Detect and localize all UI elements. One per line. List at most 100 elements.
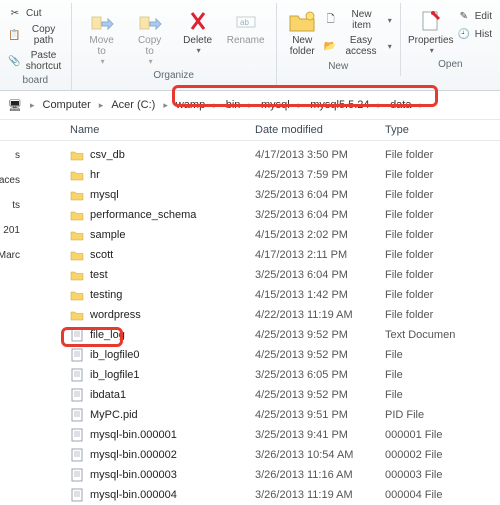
file-name: wordpress xyxy=(90,309,141,321)
breadcrumb-seg[interactable]: Acer (C:) xyxy=(107,97,159,113)
file-icon xyxy=(70,409,84,421)
history-button[interactable]: 🕘Hist xyxy=(455,26,494,42)
edit-icon: ✎ xyxy=(457,9,471,23)
svg-text:ab: ab xyxy=(240,18,249,27)
delete-icon xyxy=(184,7,212,35)
file-name: hr xyxy=(90,169,100,181)
table-row[interactable]: hr4/25/2013 7:59 PMFile folder xyxy=(0,165,500,185)
file-icon xyxy=(70,329,84,341)
group-label-clipboard: board xyxy=(6,73,65,89)
breadcrumb-seg[interactable]: mysql xyxy=(257,97,294,113)
new-folder-button[interactable]: New folder xyxy=(283,5,322,59)
table-row[interactable]: MyPC.pid4/25/2013 9:51 PMPID File xyxy=(0,405,500,425)
breadcrumb-seg[interactable]: mysql5.5.24 xyxy=(306,97,373,113)
breadcrumb-seg[interactable]: data xyxy=(386,97,415,113)
table-row[interactable]: mysql-bin.0000013/25/2013 9:41 PM000001 … xyxy=(0,425,500,445)
nav-fragments: sacestsOffice 201on For Marc xyxy=(0,150,20,275)
file-name: performance_schema xyxy=(90,209,196,221)
cut-button[interactable]: ✂Cut xyxy=(6,5,44,21)
folder-icon xyxy=(70,269,84,281)
folder-icon xyxy=(70,249,84,261)
file-list: csv_db4/17/2013 3:50 PMFile folderhr4/25… xyxy=(0,141,500,505)
table-row[interactable]: scott4/17/2013 2:11 PMFile folder xyxy=(0,245,500,265)
table-row[interactable]: mysql-bin.0000033/26/2013 11:16 AM000003… xyxy=(0,465,500,485)
copy-to-button[interactable]: Copy to▾ xyxy=(126,5,174,68)
file-name: mysql-bin.000004 xyxy=(90,489,177,501)
table-row[interactable]: sample4/15/2013 2:02 PMFile folder xyxy=(0,225,500,245)
table-row[interactable]: mysql3/25/2013 6:04 PMFile folder xyxy=(0,185,500,205)
table-row[interactable]: ibdata14/25/2013 9:52 PMFile xyxy=(0,385,500,405)
properties-icon xyxy=(417,7,445,35)
file-name: file_log xyxy=(90,329,125,341)
folder-icon xyxy=(70,189,84,201)
easy-access-button[interactable]: 📂Easy access▾ xyxy=(322,34,394,58)
group-label-open: Open xyxy=(407,57,494,73)
col-date[interactable]: Date modified xyxy=(255,124,385,136)
edit-button[interactable]: ✎Edit xyxy=(455,8,494,24)
delete-button[interactable]: Delete▾ xyxy=(174,5,222,68)
file-name: mysql-bin.000002 xyxy=(90,449,177,461)
table-row[interactable]: ib_logfile04/25/2013 9:52 PMFile xyxy=(0,345,500,365)
chevron-right-icon: ▸ xyxy=(296,100,305,111)
new-item-button[interactable]: 🗋New item▾ xyxy=(322,8,394,32)
breadcrumb-seg[interactable]: bin xyxy=(222,97,245,113)
chevron-right-icon: ▸ xyxy=(211,100,220,111)
folder-icon xyxy=(70,229,84,241)
chevron-right-icon: ▸ xyxy=(246,100,255,111)
chevron-right-icon: ▸ xyxy=(376,100,385,111)
easy-access-icon: 📂 xyxy=(324,39,336,53)
table-row[interactable]: testing4/15/2013 1:42 PMFile folder xyxy=(0,285,500,305)
file-icon xyxy=(70,389,84,401)
copy-path-button[interactable]: 📋Copy path xyxy=(6,23,65,47)
folder-icon xyxy=(70,309,84,321)
copy-path-icon: 📋 xyxy=(8,28,20,42)
table-row[interactable]: mysql-bin.0000043/26/2013 11:19 AM000004… xyxy=(0,485,500,505)
file-icon xyxy=(70,489,84,501)
file-name: ib_logfile1 xyxy=(90,369,140,381)
table-row[interactable]: csv_db4/17/2013 3:50 PMFile folder xyxy=(0,145,500,165)
file-icon xyxy=(70,449,84,461)
folder-icon xyxy=(70,149,84,161)
table-row[interactable]: file_log4/25/2013 9:52 PMText Documen xyxy=(0,325,500,345)
col-type[interactable]: Type xyxy=(385,124,500,136)
file-name: ibdata1 xyxy=(90,389,126,401)
table-row[interactable]: wordpress4/22/2013 11:19 AMFile folder xyxy=(0,305,500,325)
properties-button[interactable]: Properties▾ xyxy=(407,5,455,57)
breadcrumb[interactable]: 🖥 ▸Computer▸Acer (C:)▸wamp▸bin▸mysql▸mys… xyxy=(0,91,500,119)
file-name: mysql xyxy=(90,189,119,201)
file-name: test xyxy=(90,269,108,281)
file-name: ib_logfile0 xyxy=(90,349,140,361)
table-row[interactable]: test3/25/2013 6:04 PMFile folder xyxy=(0,265,500,285)
rename-icon: ab xyxy=(232,7,260,35)
computer-icon: 🖥 xyxy=(8,99,22,112)
move-to-button[interactable]: Move to▾ xyxy=(78,5,126,68)
table-row[interactable]: performance_schema3/25/2013 6:04 PMFile … xyxy=(0,205,500,225)
file-name: MyPC.pid xyxy=(90,409,138,421)
paste-shortcut-button[interactable]: 📎Paste shortcut xyxy=(6,49,65,73)
file-name: sample xyxy=(90,229,125,241)
file-icon xyxy=(70,369,84,381)
column-headers[interactable]: Name Date modified Type xyxy=(0,119,500,141)
table-row[interactable]: ib_logfile13/25/2013 6:05 PMFile xyxy=(0,365,500,385)
file-name: testing xyxy=(90,289,122,301)
file-name: scott xyxy=(90,249,113,261)
file-name: mysql-bin.000001 xyxy=(90,429,177,441)
table-row[interactable]: mysql-bin.0000023/26/2013 10:54 AM000002… xyxy=(0,445,500,465)
file-name: mysql-bin.000003 xyxy=(90,469,177,481)
chevron-right-icon: ▸ xyxy=(97,100,106,111)
group-label-new: New xyxy=(283,59,394,75)
move-to-icon xyxy=(88,7,116,35)
group-label-organize: Organize xyxy=(78,68,270,84)
folder-icon xyxy=(70,289,84,301)
breadcrumb-seg[interactable]: Computer xyxy=(39,97,95,113)
file-icon xyxy=(70,349,84,361)
file-icon xyxy=(70,429,84,441)
col-name[interactable]: Name xyxy=(0,124,255,136)
history-icon: 🕘 xyxy=(457,27,471,41)
folder-icon xyxy=(70,209,84,221)
ribbon: ✂Cut 📋Copy path 📎Paste shortcut board Mo… xyxy=(0,0,500,91)
rename-button[interactable]: ab Rename xyxy=(222,5,270,68)
breadcrumb-seg[interactable]: wamp xyxy=(172,97,209,113)
paste-shortcut-icon: 📎 xyxy=(8,54,20,68)
scissors-icon: ✂ xyxy=(8,6,22,20)
